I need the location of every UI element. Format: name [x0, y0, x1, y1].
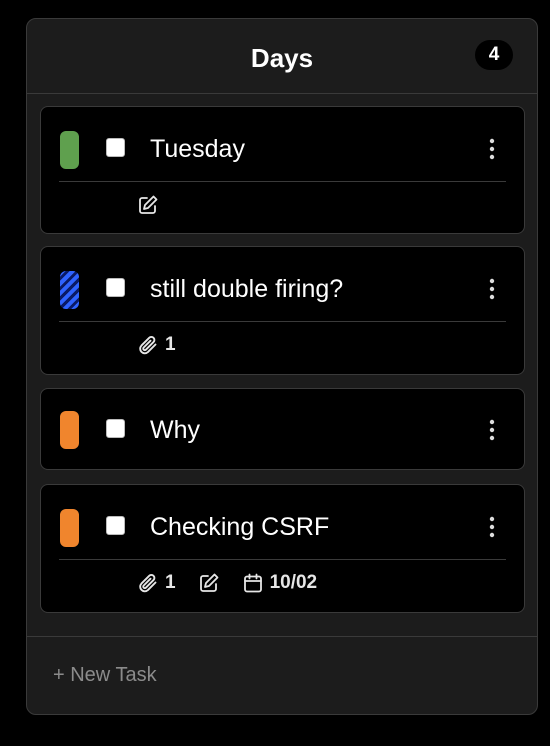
task-card[interactable]: still double firing? 1	[40, 246, 525, 375]
edit-note-icon[interactable]	[137, 194, 159, 216]
more-vertical-icon[interactable]	[480, 513, 504, 541]
card-meta: 1 10/02	[59, 559, 506, 612]
task-title[interactable]: Tuesday	[150, 135, 245, 164]
more-vertical-icon[interactable]	[480, 135, 504, 163]
color-tag[interactable]	[60, 271, 79, 309]
task-card[interactable]: Checking CSRF 1 10/02	[40, 484, 525, 613]
column-footer: + New Task	[27, 636, 537, 714]
task-card[interactable]: Tuesday	[40, 106, 525, 234]
calendar-icon	[243, 573, 262, 593]
task-checkbox[interactable]	[106, 516, 125, 535]
task-checkbox[interactable]	[106, 278, 125, 297]
due-date-indicator[interactable]: 10/02	[242, 572, 318, 594]
task-checkbox[interactable]	[106, 138, 125, 157]
color-tag[interactable]	[60, 411, 79, 449]
task-title[interactable]: still double firing?	[150, 275, 343, 304]
paperclip-icon	[139, 335, 157, 355]
task-checkbox[interactable]	[106, 419, 125, 438]
task-column: Days 4 Tuesday still double firing? 1 Wh…	[26, 18, 538, 715]
paperclip-icon	[139, 573, 157, 593]
more-vertical-icon[interactable]	[480, 275, 504, 303]
card-meta	[59, 181, 506, 234]
attachment-count: 1	[165, 572, 176, 593]
attachment-indicator[interactable]: 1	[137, 572, 176, 594]
more-vertical-icon[interactable]	[480, 416, 504, 444]
color-tag[interactable]	[60, 131, 79, 169]
task-title[interactable]: Why	[150, 416, 200, 445]
card-meta: 1	[59, 321, 506, 374]
task-title[interactable]: Checking CSRF	[150, 513, 329, 542]
attachment-indicator[interactable]: 1	[137, 334, 176, 356]
task-card[interactable]: Why	[40, 388, 525, 470]
edit-note-icon[interactable]	[198, 572, 220, 594]
attachment-count: 1	[165, 334, 176, 355]
due-date: 10/02	[269, 572, 318, 593]
task-count-badge: 4	[475, 40, 513, 70]
column-header: Days 4	[27, 19, 537, 94]
color-tag[interactable]	[60, 509, 79, 547]
column-title: Days	[250, 43, 314, 73]
new-task-button[interactable]: + New Task	[53, 664, 157, 687]
